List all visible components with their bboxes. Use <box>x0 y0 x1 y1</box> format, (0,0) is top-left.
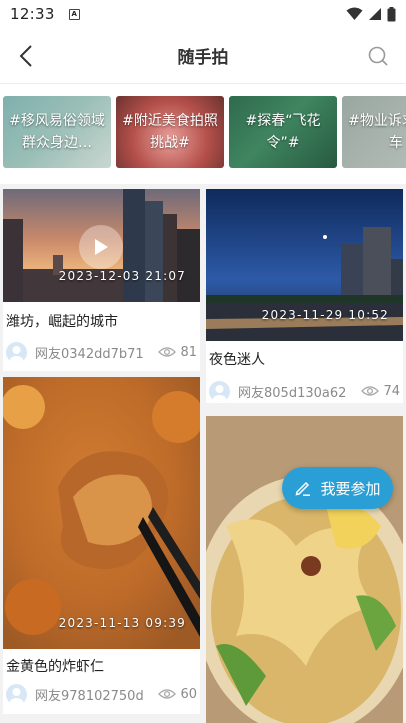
post-feed: 2023-12-03 21:07 潍坊，崛起的城市 网友0342dd7b71 8… <box>0 184 406 723</box>
post-card[interactable] <box>206 416 403 723</box>
post-image[interactable]: 2023-12-03 21:07 <box>3 189 200 302</box>
avatar <box>6 341 27 363</box>
post-meta: 网友978102750d 60 <box>6 683 197 705</box>
back-icon[interactable] <box>14 42 42 70</box>
view-count: 81 <box>158 345 197 360</box>
app-header: 随手拍 <box>0 28 406 84</box>
wifi-icon <box>346 7 363 20</box>
view-count-value: 60 <box>180 686 197 702</box>
topic-card[interactable]: #附近美食拍照挑战# <box>116 96 224 168</box>
topic-label: #移风易俗领域群众身边… <box>9 113 105 151</box>
view-count: 60 <box>158 687 197 702</box>
fried-shrimp-photo <box>3 377 200 649</box>
topic-label: #附近美食拍照挑战# <box>122 113 218 151</box>
post-title: 潍坊，崛起的城市 <box>6 314 118 330</box>
page-title: 随手拍 <box>177 48 229 68</box>
join-button[interactable]: 我要参加 <box>282 467 393 509</box>
post-image[interactable]: 2023-11-13 09:39 <box>3 377 200 649</box>
post-card[interactable]: 2023-11-29 10:52 夜色迷人 网友805d130a62 74 <box>206 189 403 403</box>
topic-strip[interactable]: #移风易俗领域群众身边… #附近美食拍照挑战# #探春“飞花令”# #物业诉求直… <box>0 84 406 184</box>
post-title: 金黄色的炸虾仁 <box>6 659 104 675</box>
post-image[interactable]: 2023-11-29 10:52 <box>206 189 403 341</box>
notification-icon: A <box>68 8 80 20</box>
battery-icon <box>387 6 396 21</box>
edit-icon <box>296 481 311 496</box>
post-title: 夜色迷人 <box>209 352 265 368</box>
eye-icon <box>158 689 177 699</box>
view-count-value: 81 <box>180 344 197 360</box>
post-image[interactable] <box>206 416 403 723</box>
topic-card[interactable]: #物业诉求直通车 <box>342 96 406 168</box>
post-meta: 网友0342dd7b71 81 <box>6 341 197 363</box>
post-timestamp: 2023-12-03 21:07 <box>58 269 186 283</box>
topic-label: #探春“飞花令”# <box>245 113 321 151</box>
search-icon[interactable] <box>364 42 392 70</box>
view-count: 74 <box>361 384 400 399</box>
post-meta: 网友805d130a62 74 <box>209 380 400 402</box>
topic-label: #物业诉求直通车 <box>348 113 406 151</box>
avatar <box>209 380 230 402</box>
eye-icon <box>158 347 177 357</box>
eye-icon <box>361 386 380 396</box>
view-count-value: 74 <box>383 383 400 399</box>
post-card[interactable]: 2023-12-03 21:07 潍坊，崛起的城市 网友0342dd7b71 8… <box>3 189 200 371</box>
topic-card[interactable]: #移风易俗领域群众身边… <box>3 96 111 168</box>
status-icons <box>346 6 396 22</box>
post-author: 网友0342dd7b71 <box>35 346 144 362</box>
play-icon[interactable] <box>79 225 123 269</box>
post-author: 网友978102750d <box>35 688 144 704</box>
topic-card[interactable]: #探春“飞花令”# <box>229 96 337 168</box>
post-timestamp: 2023-11-13 09:39 <box>58 616 186 630</box>
post-card[interactable]: 2023-11-13 09:39 金黄色的炸虾仁 网友978102750d 60 <box>3 377 200 714</box>
join-button-label: 我要参加 <box>320 479 381 498</box>
status-time: 12:33 <box>10 5 55 23</box>
avatar <box>6 683 27 705</box>
noodle-bowl-photo <box>206 416 403 723</box>
post-timestamp: 2023-11-29 10:52 <box>261 308 389 322</box>
status-bar: 12:33 A <box>0 0 406 28</box>
post-author: 网友805d130a62 <box>238 385 347 401</box>
signal-icon <box>369 8 381 20</box>
